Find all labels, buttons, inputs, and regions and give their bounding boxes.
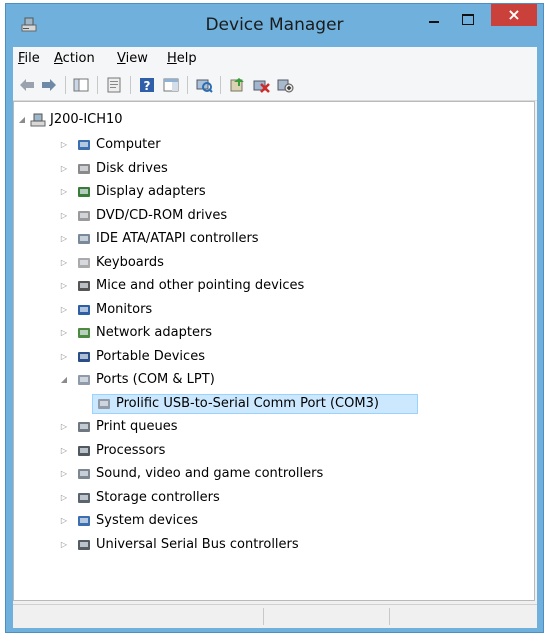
usb-icon	[78, 539, 90, 550]
tree-item-label: Network adapters	[96, 325, 213, 340]
tree-item-label: IDE ATA/ATAPI controllers	[96, 231, 259, 246]
expand-arrow-icon[interactable]: ▷	[60, 347, 68, 367]
menu-action-mnemonic: A	[54, 51, 63, 66]
forward-arrow-icon[interactable]	[40, 76, 58, 94]
menu-file-label: ile	[24, 51, 40, 66]
portable-device-icon	[78, 351, 90, 362]
toolbar-separator	[97, 76, 98, 94]
menu-action-label: ction	[62, 51, 95, 66]
collapse-arrow-icon[interactable]: ◢	[60, 370, 68, 390]
display-adapter-icon	[78, 187, 90, 197]
mouse-icon	[78, 281, 90, 291]
menu-file[interactable]: File	[18, 51, 40, 66]
network-adapter-icon	[78, 328, 90, 338]
menu-help-mnemonic: H	[167, 51, 177, 66]
expand-arrow-icon[interactable]: ▷	[60, 323, 68, 343]
tree-item-label: DVD/CD-ROM drives	[96, 207, 228, 223]
toolbar-separator	[65, 76, 66, 94]
menu-help-label: elp	[176, 51, 197, 66]
toolbar-separator	[130, 76, 131, 94]
expand-arrow-icon[interactable]: ▷	[60, 229, 68, 249]
tree-item-label: Portable Devices	[96, 348, 205, 364]
printer-icon	[78, 422, 90, 432]
expand-arrow-icon[interactable]: ▷	[60, 511, 68, 531]
minimize-button[interactable]	[420, 10, 448, 30]
menu-view-label: iew	[125, 51, 148, 66]
status-bar	[13, 604, 537, 628]
expand-arrow-icon[interactable]: ▷	[60, 417, 68, 437]
port-icon	[98, 398, 110, 409]
uninstall-device-icon[interactable]	[252, 76, 270, 94]
svg-text:?: ?	[144, 79, 151, 93]
close-icon: ×	[507, 5, 521, 24]
computer-icon	[78, 140, 90, 150]
menu-help[interactable]: Help	[167, 51, 197, 66]
maximize-button[interactable]	[454, 10, 482, 30]
tree-item-label: Storage controllers	[96, 489, 220, 505]
storage-controller-icon	[78, 492, 90, 503]
toolbar-separator	[187, 76, 188, 94]
monitor-icon	[78, 304, 90, 315]
system-device-icon	[78, 516, 90, 526]
tree-root-label: J200-ICH10	[50, 112, 123, 127]
expand-arrow-icon[interactable]: ▷	[60, 253, 68, 273]
expand-arrow-icon[interactable]: ▷	[60, 159, 68, 179]
tree-item-label: Mice and other pointing devices	[96, 278, 305, 293]
port-icon	[78, 375, 90, 385]
ide-controller-icon	[78, 234, 90, 244]
expand-arrow-icon[interactable]: ▷	[60, 135, 68, 155]
toolbar: ?	[13, 70, 537, 101]
tree-item-label: Sound, video and game controllers	[96, 466, 324, 481]
expand-arrow-icon[interactable]: ▷	[60, 182, 68, 202]
tree-item-label: Keyboards	[96, 254, 164, 270]
title-bar[interactable]: Device Manager ×	[6, 4, 543, 47]
tree-item-label: Computer	[96, 137, 161, 152]
status-panel-divider	[389, 608, 390, 625]
tree-item-label: Display adapters	[96, 184, 206, 199]
toolbar-separator	[220, 76, 221, 94]
properties-icon[interactable]	[105, 76, 123, 94]
expand-arrow-icon[interactable]: ▷	[60, 464, 68, 484]
expand-arrow-icon[interactable]: ▷	[60, 300, 68, 320]
scan-hardware-icon[interactable]	[195, 76, 213, 94]
expand-arrow-icon[interactable]: ▷	[60, 488, 68, 508]
tree-item-label: Universal Serial Bus controllers	[96, 536, 299, 552]
close-button[interactable]: ×	[491, 4, 537, 26]
disable-device-icon[interactable]	[276, 76, 294, 94]
expand-arrow-icon[interactable]: ▷	[60, 276, 68, 296]
back-arrow-icon[interactable]	[18, 76, 36, 94]
dvd-drive-icon	[78, 210, 90, 221]
expand-arrow-icon[interactable]: ▷	[60, 535, 68, 555]
menu-view-mnemonic: V	[117, 51, 126, 66]
expand-arrow-icon[interactable]: ▷	[60, 441, 68, 461]
device-tree[interactable]: ◢ J200-ICH10 ▷ Computer ▷ Disk drives ▷ Displ…	[13, 101, 535, 601]
speaker-icon	[78, 469, 90, 479]
keyboard-icon	[78, 257, 90, 268]
disk-drive-icon	[78, 163, 90, 174]
menu-bar: File Action View Help	[13, 47, 537, 70]
tree-item-label: Prolific USB-to-Serial Comm Port (COM3)	[116, 395, 379, 411]
processor-icon	[78, 445, 90, 456]
tree-item-label: Monitors	[96, 301, 153, 317]
collapse-arrow-icon[interactable]: ◢	[18, 110, 26, 130]
tree-item-label: System devices	[96, 513, 199, 528]
tree-item-label: Processors	[96, 442, 166, 458]
expand-arrow-icon[interactable]: ▷	[60, 206, 68, 226]
action-pane-icon[interactable]	[162, 76, 180, 94]
menu-action[interactable]: Action	[54, 51, 95, 66]
show-hide-console-tree-icon[interactable]	[72, 76, 90, 94]
tree-item-label: Ports (COM & LPT)	[96, 372, 215, 387]
computer-root-icon	[30, 113, 46, 127]
client-area: File Action View Help ? ◢ J200-ICH10 ▷ C…	[13, 47, 537, 628]
tree-item-label: Disk drives	[96, 160, 168, 176]
device-manager-window: Device Manager × File Action View Help ?	[5, 3, 544, 633]
help-icon[interactable]: ?	[138, 76, 156, 94]
update-driver-icon[interactable]	[228, 76, 246, 94]
tree-item-label: Print queues	[96, 419, 178, 434]
menu-view[interactable]: View	[117, 51, 148, 66]
status-panel-divider	[263, 608, 264, 625]
